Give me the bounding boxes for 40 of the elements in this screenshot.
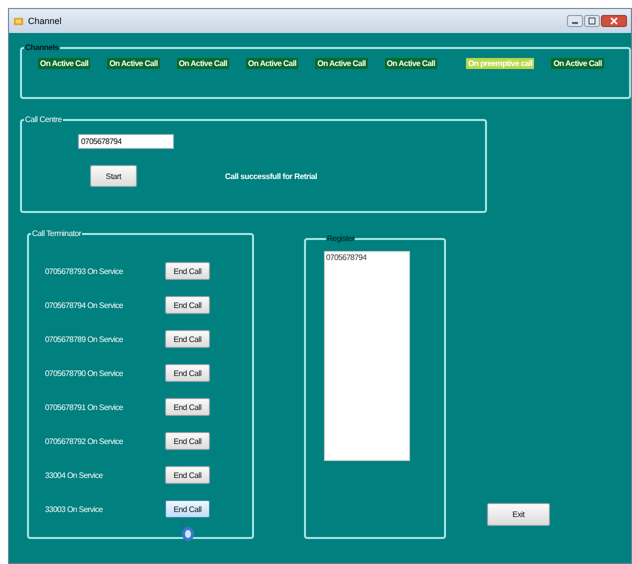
service-label: 0705678794 On Service: [44, 300, 124, 310]
end-call-button[interactable]: End Call: [165, 432, 210, 450]
end-call-button[interactable]: End Call: [165, 500, 210, 518]
service-label: 0705678791 On Service: [44, 402, 124, 412]
service-label: 0705678793 On Service: [44, 266, 124, 276]
minimize-icon[interactable]: [567, 15, 583, 27]
channel-status-label: On Active Call: [107, 58, 160, 69]
channel-status-label: On Active Call: [315, 58, 368, 69]
end-call-button[interactable]: End Call: [165, 262, 210, 280]
status-message: Call successfull for Retrial: [225, 172, 318, 180]
end-call-button[interactable]: End Call: [165, 330, 210, 348]
channel-status-label: On Active Call: [384, 58, 438, 69]
group-title: Call Terminator: [31, 229, 82, 238]
app-icon: [13, 16, 24, 26]
group-title: Call Centre: [24, 115, 63, 124]
service-label: 0705678789 On Service: [44, 334, 124, 344]
channel-status-label: On preemptive call: [466, 58, 534, 69]
service-label: 0705678792 On Service: [44, 436, 124, 446]
service-label: 33003 On Service: [44, 504, 104, 514]
group-title: Register: [326, 234, 356, 243]
window-title: Channel: [28, 16, 62, 26]
exit-button[interactable]: Exit: [487, 503, 550, 526]
start-button[interactable]: Start: [90, 165, 137, 187]
group-title: Channels: [24, 43, 60, 52]
service-label: 33004 On Service: [44, 470, 104, 480]
end-call-button[interactable]: End Call: [165, 398, 210, 416]
cursor-icon: [179, 520, 195, 542]
register-list[interactable]: 0705678794: [324, 251, 410, 461]
maximize-icon[interactable]: [584, 15, 600, 27]
end-call-button[interactable]: End Call: [165, 364, 210, 382]
channel-status-label: On Active Call: [246, 58, 298, 69]
end-call-button[interactable]: End Call: [165, 466, 210, 484]
close-icon[interactable]: [601, 15, 627, 27]
phone-number-field[interactable]: 0705678794: [78, 134, 174, 149]
end-call-button[interactable]: End Call: [165, 296, 210, 314]
list-entry[interactable]: 0705678794: [325, 252, 409, 263]
channel-status-label: On Active Call: [551, 58, 604, 69]
channel-status-label: On Active Call: [176, 58, 230, 69]
channel-status-label: On Active Call: [38, 58, 90, 69]
service-label: 0705678790 On Service: [44, 368, 124, 378]
